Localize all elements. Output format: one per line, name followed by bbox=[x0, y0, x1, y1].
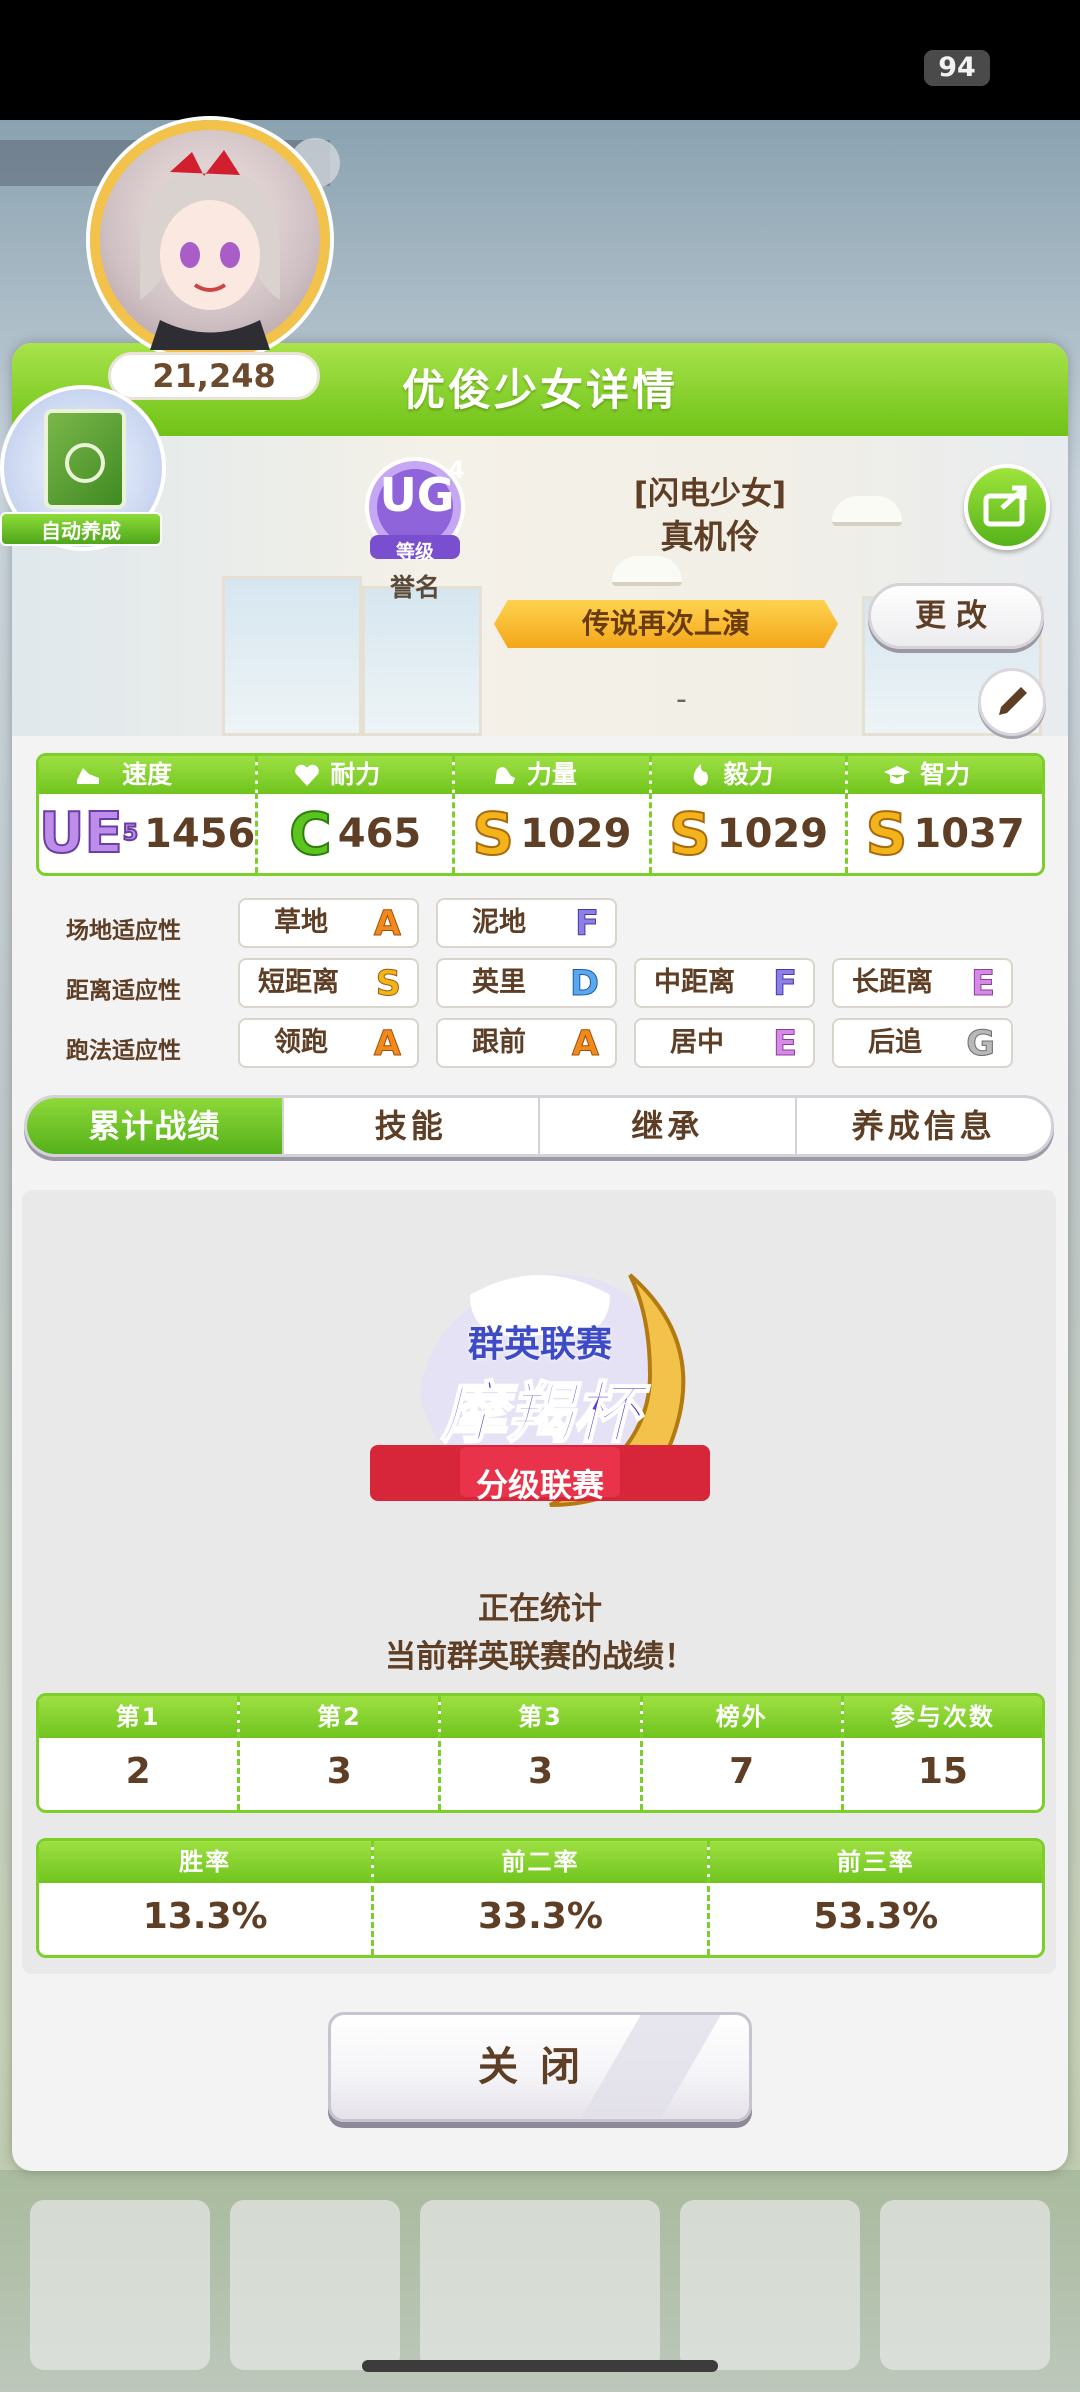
aptitude-chip-turf: 草地 A bbox=[238, 898, 419, 948]
stat-power: 力量 S 1029 bbox=[455, 756, 652, 873]
rank-badge-sub: 等级 bbox=[395, 541, 434, 563]
share-icon bbox=[983, 485, 1027, 527]
result-cell: 第2 3 bbox=[240, 1696, 442, 1810]
tab-inheritance[interactable]: 继承 bbox=[540, 1098, 797, 1154]
stat-grade: S bbox=[668, 800, 712, 868]
background-menu-tile bbox=[420, 2200, 660, 2370]
stat-label: 智力 bbox=[920, 760, 971, 789]
rate-cell: 前三率 53.3% bbox=[709, 1841, 1042, 1955]
background-menu-tile bbox=[30, 2200, 210, 2370]
close-button[interactable]: 关闭 bbox=[328, 2012, 752, 2122]
tab-training-info[interactable]: 养成信息 bbox=[797, 1098, 1052, 1154]
aptitude-chip-long: 长距离 E bbox=[832, 958, 1013, 1008]
auto-training-label: 自动养成 bbox=[0, 512, 162, 546]
status-message-line1: 正在统计 bbox=[478, 1591, 602, 1627]
stat-value: 465 bbox=[337, 811, 422, 857]
placeholder-dash: - bbox=[676, 682, 687, 717]
stat-stamina: 耐力 C 465 bbox=[258, 756, 456, 873]
stat-label: 速度 bbox=[122, 760, 173, 789]
stat-speed: 速度 UE5 1456 bbox=[39, 756, 259, 873]
home-indicator[interactable] bbox=[362, 2360, 718, 2372]
stat-wit: 智力 S 1037 bbox=[848, 756, 1042, 873]
tab-skills[interactable]: 技能 bbox=[284, 1098, 540, 1154]
stat-label: 毅力 bbox=[723, 760, 774, 789]
rate-cell: 胜率 13.3% bbox=[39, 1841, 375, 1955]
background-menu-tile bbox=[230, 2200, 400, 2370]
detail-tabs: 累计战绩 技能 继承 养成信息 bbox=[24, 1095, 1054, 1157]
aptitude-chip-end-closer: 后追 G bbox=[832, 1018, 1013, 1068]
aptitude-chip-mile: 英里 D bbox=[436, 958, 617, 1008]
battery-indicator: 94 bbox=[924, 50, 990, 86]
aptitude-chip-medium: 中距离 F bbox=[634, 958, 815, 1008]
event-banner-text: 分级联赛 bbox=[475, 1466, 604, 1504]
heart-icon bbox=[295, 764, 320, 786]
aptitude-chip-dirt: 泥地 F bbox=[436, 898, 617, 948]
stat-grade: UE5 bbox=[39, 801, 139, 866]
muscle-icon bbox=[495, 767, 516, 784]
distance-aptitude-label: 距离适应性 bbox=[66, 978, 181, 1004]
edit-button[interactable] bbox=[978, 668, 1046, 736]
track-aptitude-label: 场地适应性 bbox=[66, 918, 181, 944]
character-avatar[interactable] bbox=[90, 120, 330, 360]
tab-career-record[interactable]: 累计战绩 bbox=[27, 1098, 284, 1154]
stat-label: 耐力 bbox=[330, 760, 381, 789]
status-bar: 94 bbox=[0, 0, 1080, 120]
character-name: 真机伶 bbox=[660, 517, 760, 556]
book-icon bbox=[44, 409, 126, 509]
character-epithet: [闪电少女] bbox=[633, 476, 787, 512]
aptitude-chip-pace-chaser: 跟前 A bbox=[436, 1018, 617, 1068]
background-lamp bbox=[612, 556, 682, 586]
graduation-cap-icon bbox=[884, 766, 911, 784]
stat-value: 1037 bbox=[913, 811, 1025, 857]
background-menu-tile bbox=[680, 2200, 860, 2370]
rank-caption: 誉名 bbox=[389, 573, 440, 602]
result-cell: 第3 3 bbox=[441, 1696, 643, 1810]
change-button[interactable]: 更改 bbox=[868, 583, 1044, 649]
background-menu-tile bbox=[880, 2200, 1050, 2370]
stat-value: 1456 bbox=[144, 811, 256, 857]
placement-results-table: 第1 2 第2 3 第3 3 榜外 7 参与次数 15 bbox=[36, 1693, 1045, 1813]
stat-value: 1029 bbox=[520, 811, 632, 857]
shoe-icon bbox=[77, 768, 99, 784]
pencil-icon bbox=[999, 687, 1027, 715]
stat-grade: S bbox=[471, 800, 515, 868]
stats-panel: 速度 UE5 1456 耐力 C 465 力量 S 1029 毅力 S 1029… bbox=[36, 753, 1045, 876]
style-aptitude-label: 跑法适应性 bbox=[66, 1038, 181, 1064]
rate-cell: 前二率 33.3% bbox=[374, 1841, 710, 1955]
aptitude-chip-front-runner: 领跑 A bbox=[238, 1018, 419, 1068]
flame-icon bbox=[693, 764, 708, 786]
result-cell: 榜外 7 bbox=[642, 1696, 844, 1810]
rank-badge-level: 4 bbox=[448, 456, 465, 484]
stat-value: 1029 bbox=[716, 811, 829, 857]
title-banner: 传说再次上演 bbox=[494, 600, 838, 648]
background-window bbox=[222, 576, 362, 736]
event-title: 摩羯杯 bbox=[440, 1374, 640, 1453]
result-cell: 参与次数 15 bbox=[843, 1696, 1042, 1810]
stat-label: 力量 bbox=[526, 760, 577, 789]
result-cell: 第1 2 bbox=[39, 1696, 241, 1810]
background-window bbox=[362, 586, 482, 736]
score-value: 21,248 bbox=[108, 352, 320, 400]
share-button[interactable] bbox=[964, 464, 1050, 550]
aptitude-chip-late-surger: 居中 E bbox=[634, 1018, 815, 1068]
character-portrait-icon bbox=[140, 150, 280, 350]
stat-guts: 毅力 S 1029 bbox=[651, 756, 849, 873]
stat-grade: C bbox=[288, 800, 333, 868]
stat-grade: S bbox=[865, 800, 909, 868]
rates-table: 胜率 13.3% 前二率 33.3% 前三率 53.3% bbox=[36, 1838, 1045, 1958]
status-message-line2: 当前群英联赛的战绩！ bbox=[385, 1639, 695, 1675]
aptitude-chip-sprint: 短距离 S bbox=[238, 958, 419, 1008]
